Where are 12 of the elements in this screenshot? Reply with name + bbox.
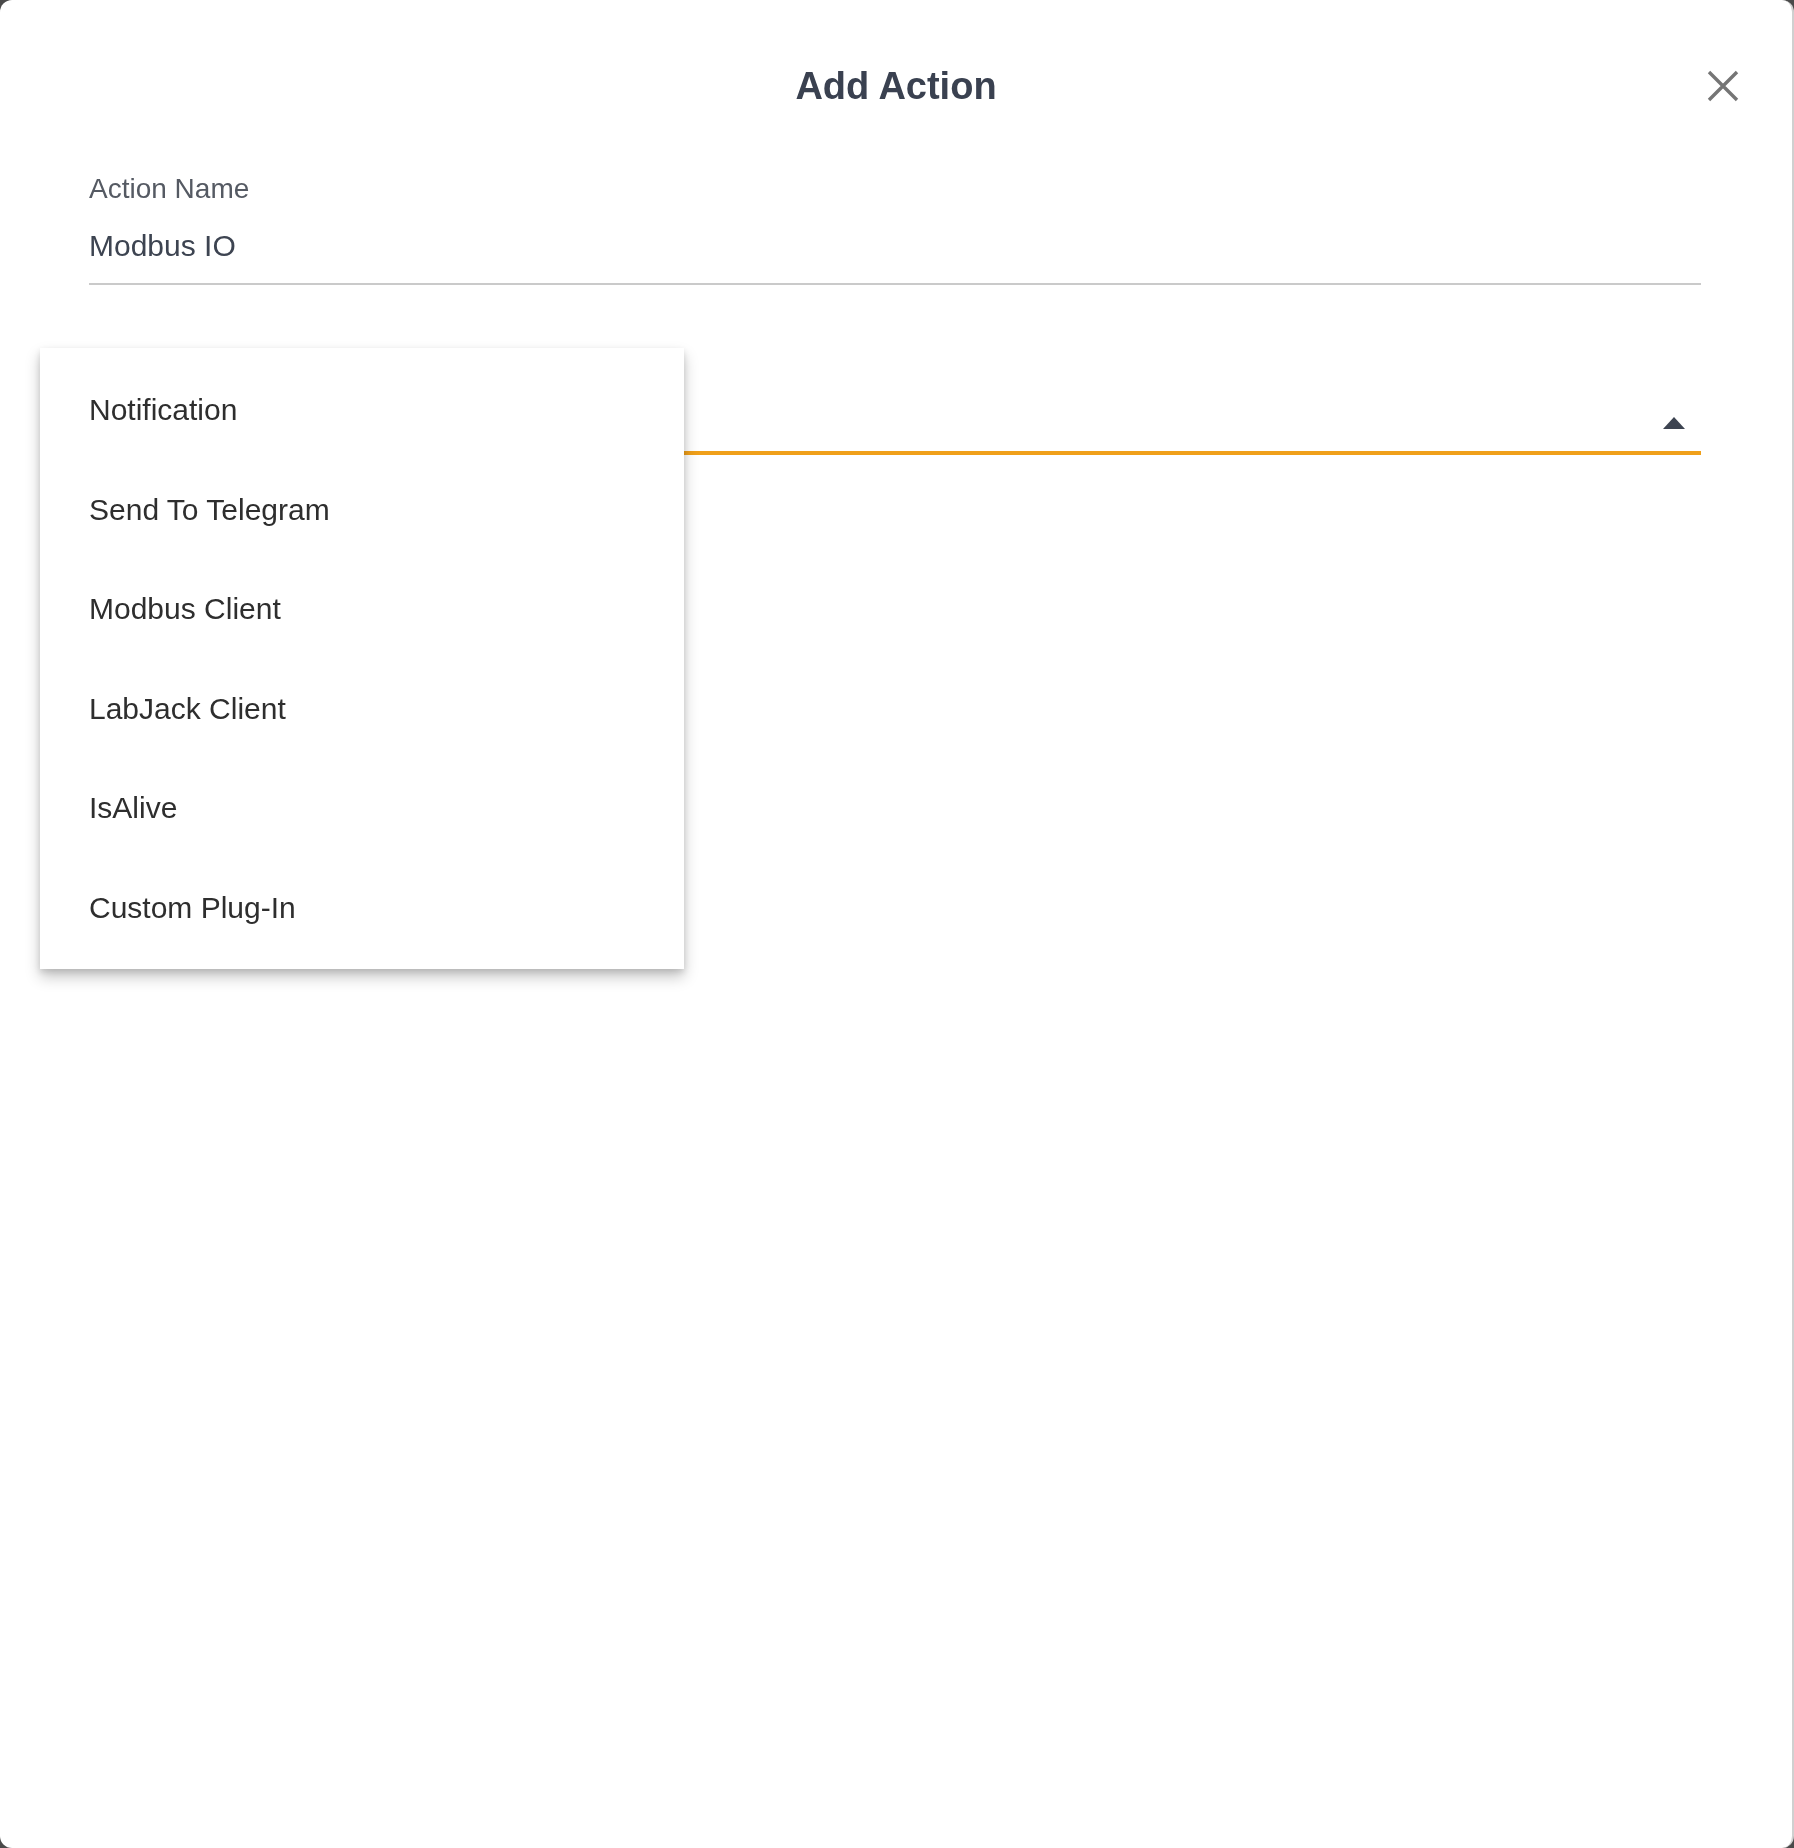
close-icon[interactable] bbox=[1706, 69, 1740, 103]
menu-item[interactable]: Notification bbox=[40, 360, 684, 460]
text-field[interactable]: Action Name Modbus IO bbox=[89, 172, 1701, 285]
menu-item[interactable]: LabJack Client bbox=[40, 658, 684, 758]
menu-item[interactable]: Modbus Client bbox=[40, 559, 684, 659]
field-value: Modbus IO bbox=[89, 228, 237, 264]
menu-item[interactable]: Send To Telegram bbox=[40, 459, 684, 559]
dialog-title: Add Action bbox=[795, 64, 997, 108]
menu-item[interactable]: Custom Plug-In bbox=[40, 857, 684, 957]
menu-item[interactable]: IsAlive bbox=[40, 758, 684, 858]
caret-icon bbox=[1663, 417, 1685, 429]
field-label: Action Name bbox=[89, 172, 251, 206]
